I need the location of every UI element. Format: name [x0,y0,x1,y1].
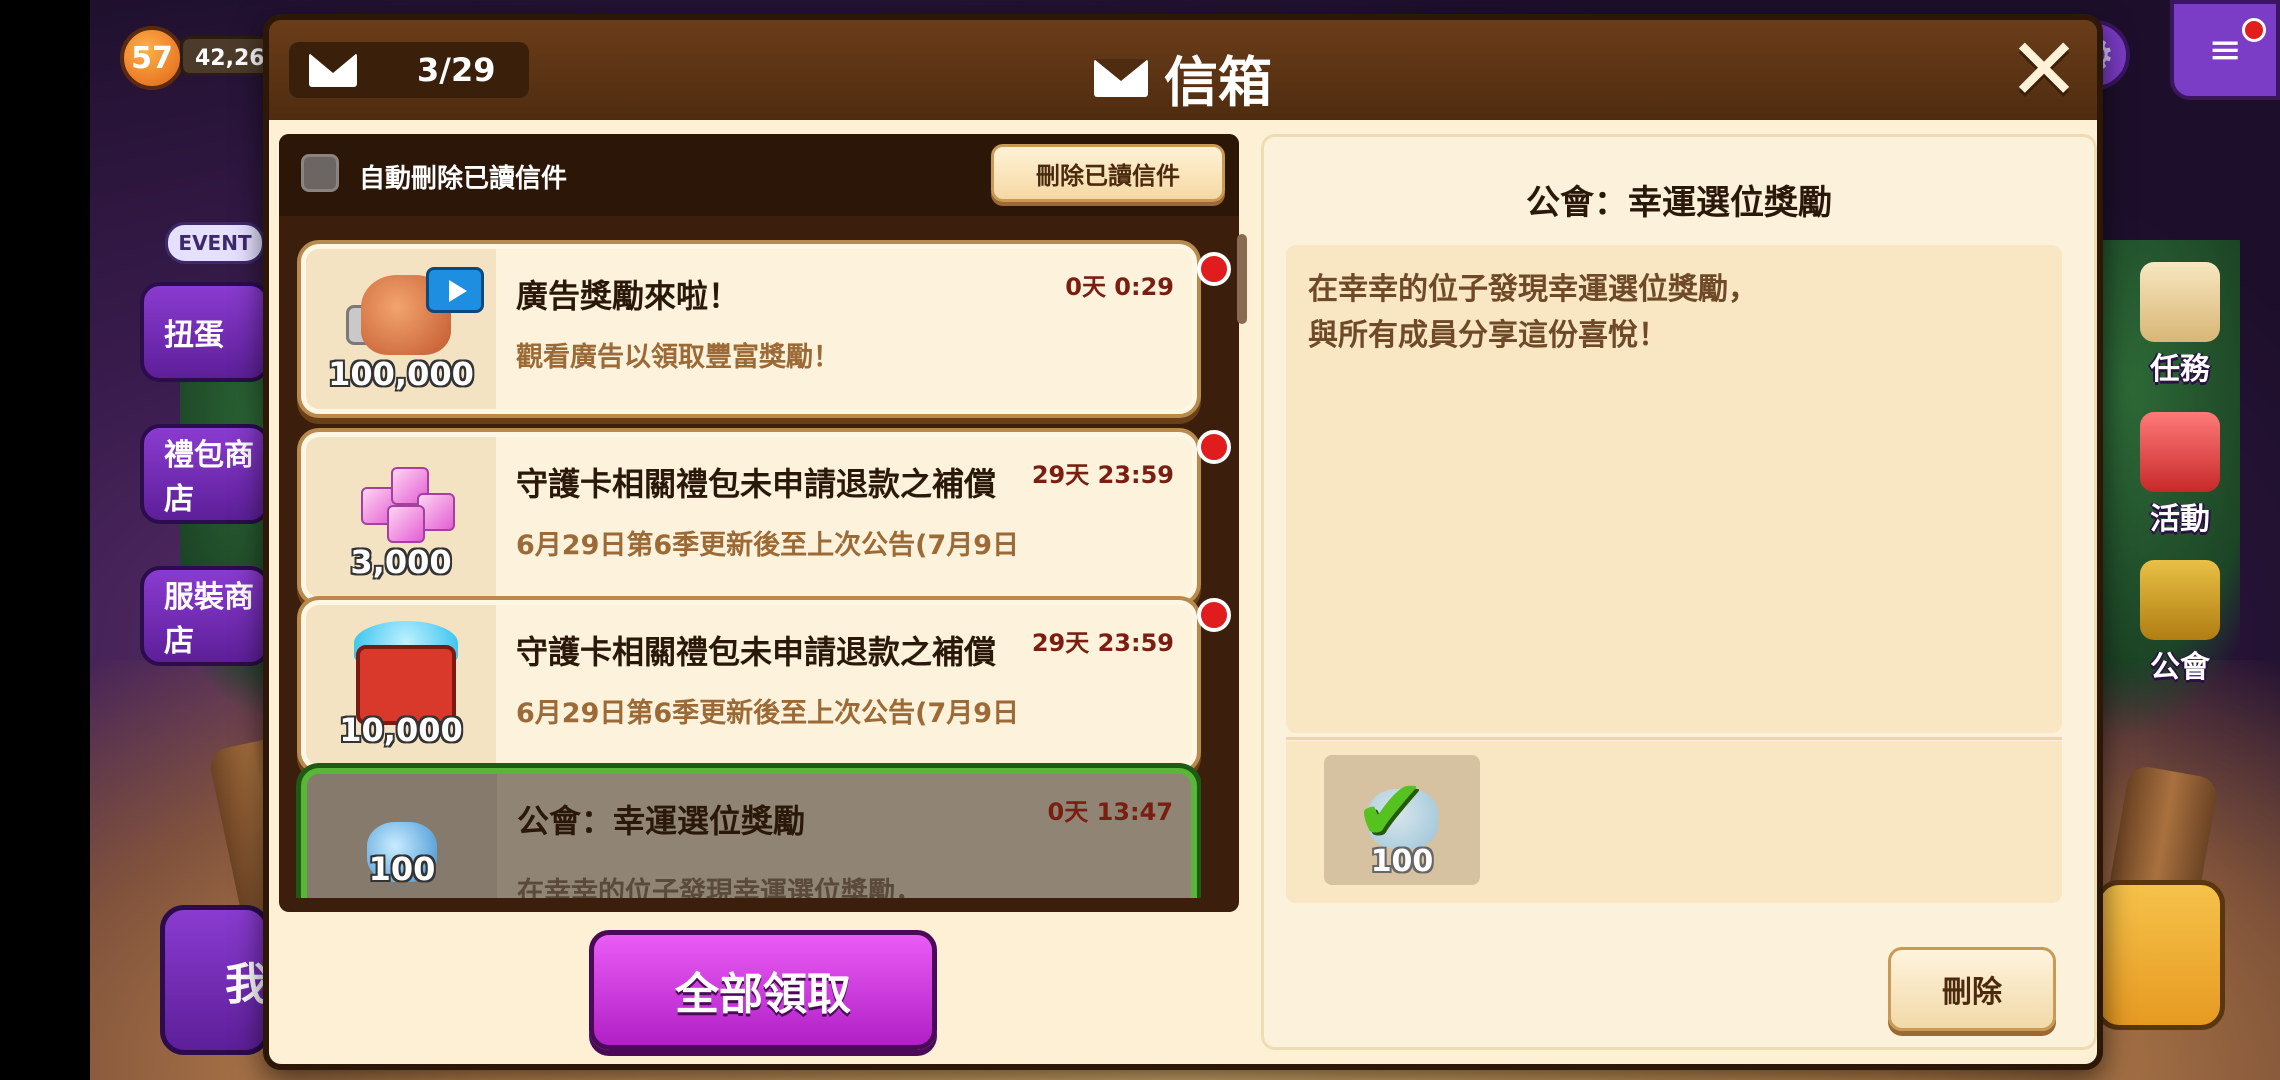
detail-title: 公會：幸運選位獎勵 [1526,183,1832,223]
mail-item-selected[interactable]: 100 公會：幸運選位獎勵 在幸幸的位子發現幸運選位獎勵， 0天 13:47 [301,768,1197,898]
mail-item[interactable]: 3,000 守護卡相關禮包未申請退款之補償 6月29日第6季更新後至上次公告(7… [301,432,1197,602]
gacha-label: 扭蛋 [164,318,224,353]
mail-thumbnail: 10,000 [306,605,496,765]
dialog-title-text: 信箱 [1164,51,1272,114]
guild-button[interactable]: 公會 [2120,560,2240,686]
mail-subtitle: 6月29日第6季更新後至上次公告(7月9日 [516,530,1020,561]
crystal-cubes-icon [351,457,461,557]
mail-thumbnail: 100,000 [306,249,496,409]
player-level-badge[interactable]: 57 [120,26,184,90]
reward-area: ✔ 100 [1286,741,2062,903]
menu-icon: ≡ [2208,27,2242,73]
gacha-button[interactable]: 扭蛋 [140,282,270,382]
reward-amount: 100,000 [328,355,474,393]
notification-dot [2242,18,2266,42]
mail-thumbnail: 3,000 [306,437,496,597]
costume-shop-label: 服裝商店 [164,580,254,659]
reward-slot-amount: 100 [1370,844,1434,879]
reward-amount: 100 [368,850,436,888]
auto-delete-checkbox[interactable] [301,154,339,192]
delete-mail-button[interactable]: 刪除 [1888,947,2056,1031]
mail-subtitle: 在幸幸的位子發現幸運選位獎勵， [517,877,922,898]
guild-label: 公會 [2150,650,2210,685]
mail-expiry-time: 0天 13:47 [1047,798,1173,826]
detail-line-1: 在幸幸的位子發現幸運選位獎勵， [1308,272,1758,307]
mail-expiry-time: 29天 23:59 [1031,461,1174,489]
mailbox-dialog: 3/29 信箱 ✕ 自動刪除已讀信件 刪除已讀信件 100,000 廣告獎勵來啦… [263,14,2103,1070]
mail-thumbnail: 100 [307,774,497,898]
package-shop-label: 禮包商店 [164,438,254,517]
mail-title: 守護卡相關禮包未申請退款之補償 [516,633,997,671]
claim-all-button[interactable]: 全部領取 [589,930,937,1050]
close-icon[interactable]: ✕ [2005,27,2083,113]
bottom-left-menu-button[interactable]: 我 [160,905,270,1055]
dialog-title: 信箱 [269,38,2097,117]
auto-delete-label: 自動刪除已讀信件 [359,164,568,194]
mail-title: 廣告獎勵來啦！ [516,277,741,315]
event-button[interactable]: 活動 [2120,412,2240,538]
dialog-body: 自動刪除已讀信件 刪除已讀信件 100,000 廣告獎勵來啦！ 觀看廣告以領取豐… [269,120,2097,1064]
bottom-right-play-button[interactable] [2095,880,2225,1030]
unread-dot [1197,430,1231,464]
detail-message: 在幸幸的位子發現幸運選位獎勵， 與所有成員分享這份喜悅！ [1308,267,1758,359]
mail-expiry-time: 0天 0:29 [1065,273,1174,301]
event-label: 活動 [2150,502,2210,537]
mail-list-scrollbar[interactable] [1237,234,1247,324]
video-icon [426,267,484,313]
unread-dot [1197,598,1231,632]
quest-icon [2140,262,2220,342]
quest-button[interactable]: 任務 [2120,262,2240,388]
mail-item[interactable]: 100,000 廣告獎勵來啦！ 觀看廣告以領取豐富獎勵！ 0天 0:29 [301,244,1197,414]
divider [1286,737,2062,740]
package-shop-button[interactable]: 禮包商店 [140,424,270,524]
envelope-icon [1094,58,1148,97]
quest-label: 任務 [2150,352,2210,387]
gift-clock-icon [2140,412,2220,492]
unread-dot [1197,252,1231,286]
guild-banner-icon [2140,560,2220,640]
mail-item[interactable]: 10,000 守護卡相關禮包未申請退款之補償 6月29日第6季更新後至上次公告(… [301,600,1197,770]
mail-subtitle: 6月29日第6季更新後至上次公告(7月9日 [516,698,1020,729]
mail-list[interactable]: 100,000 廣告獎勵來啦！ 觀看廣告以領取豐富獎勵！ 0天 0:29 3,0… [293,230,1201,898]
mail-subtitle: 觀看廣告以領取豐富獎勵！ [516,342,840,373]
costume-shop-button[interactable]: 服裝商店 [140,566,270,666]
mail-title: 守護卡相關禮包未申請退款之補償 [516,465,997,503]
mail-list-panel: 自動刪除已讀信件 刪除已讀信件 100,000 廣告獎勵來啦！ 觀看廣告以領取豐… [279,134,1247,912]
reward-amount: 10,000 [339,711,463,749]
mail-list-toolbar: 自動刪除已讀信件 刪除已讀信件 [279,134,1239,216]
detail-line-2: 與所有成員分享這份喜悅！ [1308,318,1668,353]
detail-message-box: 在幸幸的位子發現幸運選位獎勵， 與所有成員分享這份喜悅！ [1286,245,2062,733]
reward-slot[interactable]: ✔ 100 [1324,755,1480,885]
main-menu-button[interactable]: ≡ [2170,0,2280,100]
reward-amount: 3,000 [350,543,452,581]
dialog-header: 3/29 信箱 ✕ [269,20,2097,120]
mail-detail-panel: 公會：幸運選位獎勵 在幸幸的位子發現幸運選位獎勵， 與所有成員分享這份喜悅！ ✔… [1261,134,2097,1050]
mail-expiry-time: 29天 23:59 [1031,629,1174,657]
mail-title: 公會：幸運選位獎勵 [517,802,806,840]
delete-read-button[interactable]: 刪除已讀信件 [991,144,1225,202]
event-tag: EVENT [165,222,265,264]
